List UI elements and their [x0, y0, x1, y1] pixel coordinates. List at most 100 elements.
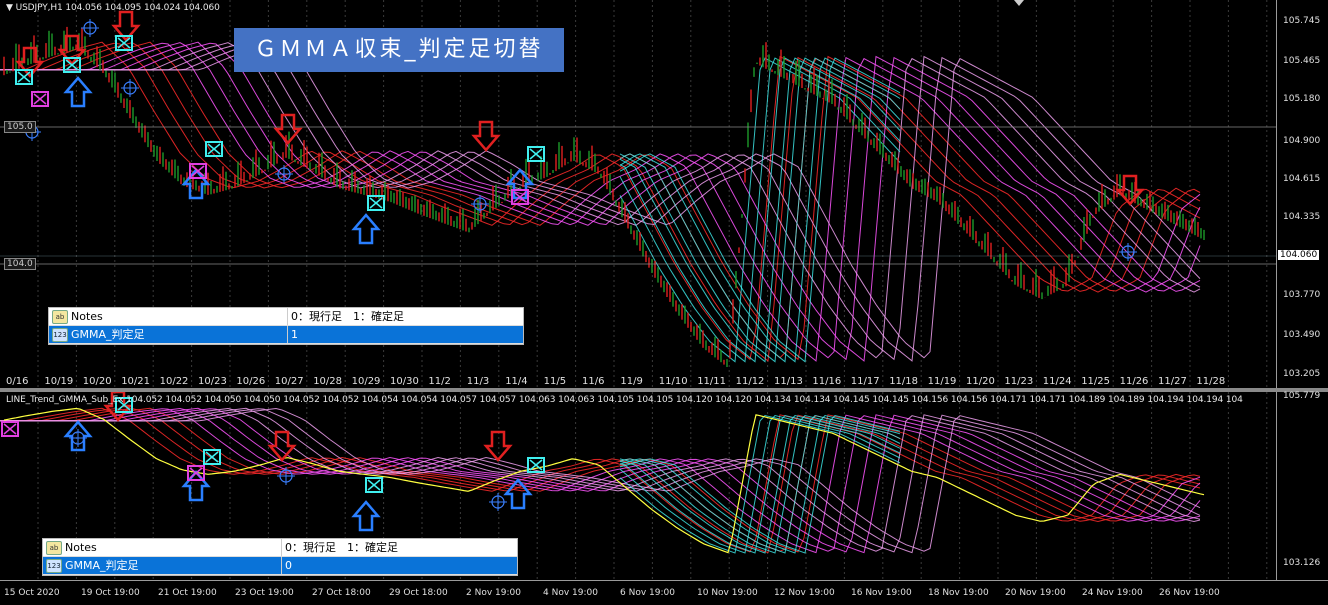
- main-chart-pane[interactable]: ▼ USDJPY,H1 104.056 104.095 104.024 104.…: [0, 0, 1276, 388]
- input-value[interactable]: 0：現行足 1：確定足: [287, 308, 404, 325]
- number-param-icon: 123: [52, 328, 68, 342]
- date-label: 11/10: [658, 376, 688, 387]
- time-label: 12 Nov 19:00: [774, 588, 835, 598]
- level-label-104: 104.0: [4, 258, 36, 270]
- price-tick: 105.745: [1283, 16, 1321, 26]
- date-label: 11/12: [735, 376, 765, 387]
- time-label: 27 Oct 18:00: [312, 588, 371, 598]
- input-name: GMMA_判定足: [65, 559, 139, 572]
- date-label: 10/28: [313, 376, 343, 387]
- sell-arrow-icon: [471, 120, 501, 152]
- close-box-icon: [527, 146, 545, 162]
- date-label: 11/9: [620, 376, 643, 387]
- input-name: Notes: [65, 541, 97, 554]
- date-label: 11/4: [505, 376, 528, 387]
- time-label: 4 Nov 19:00: [543, 588, 598, 598]
- sell-arrow-icon: [483, 430, 513, 462]
- time-label: 20 Nov 19:00: [1005, 588, 1066, 598]
- time-label: 29 Oct 18:00: [389, 588, 448, 598]
- date-label: 10/19: [44, 376, 74, 387]
- price-tick: 103.770: [1283, 290, 1321, 300]
- buy-arrow-icon: [63, 76, 93, 108]
- exit-box-icon: [31, 91, 49, 107]
- main-chart-title: ▼ USDJPY,H1 104.056 104.095 104.024 104.…: [6, 3, 220, 13]
- time-axis[interactable]: 15 Oct 2020 19 Oct 19:00 21 Oct 19:00 23 Oc…: [0, 580, 1328, 605]
- input-row-gmma[interactable]: 123 GMMA_判定足 1: [49, 326, 523, 344]
- input-row-notes[interactable]: ab Notes 0：現行足 1：確定足: [49, 308, 523, 326]
- date-label: 10/21: [121, 376, 151, 387]
- time-label: 2 Nov 19:00: [466, 588, 521, 598]
- date-label: 11/16: [812, 376, 842, 387]
- exit-box-icon: [1, 421, 19, 437]
- sell-arrow-icon: [273, 113, 303, 145]
- text-param-icon: ab: [46, 541, 62, 555]
- input-name: GMMA_判定足: [71, 328, 145, 341]
- price-tick: 103.490: [1283, 330, 1321, 340]
- date-label: 11/18: [889, 376, 919, 387]
- date-label: 10/20: [82, 376, 112, 387]
- gmma-overlay-title: ＧＭＭＡ収束_判定足切替: [234, 28, 564, 72]
- date-label: 11/28: [1196, 376, 1226, 387]
- date-label: 11/25: [1081, 376, 1111, 387]
- input-row-gmma[interactable]: 123 GMMA_判定足 0: [43, 557, 517, 575]
- time-label: 26 Nov 19:00: [1159, 588, 1220, 598]
- date-label: 11/6: [582, 376, 605, 387]
- sell-arrow-icon: [267, 430, 297, 462]
- time-label: 15 Oct 2020: [4, 588, 60, 598]
- date-label: 11/3: [466, 376, 490, 387]
- sub-price-tick: 103.126: [1283, 558, 1321, 568]
- sub-indicator-pane[interactable]: LINE_Trend_GMMA_Sub_Ex 104.052 104.052 1…: [0, 392, 1276, 580]
- date-label: 11/20: [966, 376, 995, 387]
- date-label: 10/22: [159, 376, 189, 387]
- date-label: 10/29: [351, 376, 381, 387]
- sub-inputs-panel[interactable]: ab Notes 0：現行足 1：確定足 123 GMMA_判定足 0: [42, 538, 518, 576]
- input-value[interactable]: 0：現行足 1：確定足: [281, 539, 398, 556]
- buy-arrow-icon: [351, 213, 381, 245]
- current-price-tag: 104.060: [1278, 250, 1320, 260]
- date-label: 11/5: [543, 376, 567, 387]
- date-label: 11/2: [428, 376, 451, 387]
- close-box-icon: [203, 449, 221, 465]
- time-label: 16 Nov 19:00: [851, 588, 912, 598]
- time-label: 6 Nov 19:00: [620, 588, 675, 598]
- number-param-icon: 123: [46, 559, 62, 573]
- date-label: 11/17: [850, 376, 880, 387]
- text-param-icon: ab: [52, 310, 68, 324]
- buy-arrow-icon: [351, 500, 381, 532]
- date-label: 10/26: [236, 376, 266, 387]
- date-label: 11/24: [1042, 376, 1072, 387]
- time-label: 10 Nov 19:00: [697, 588, 758, 598]
- input-name: Notes: [71, 310, 103, 323]
- time-label: 23 Oct 19:00: [235, 588, 294, 598]
- date-label: 10/27: [274, 376, 304, 387]
- input-row-notes[interactable]: ab Notes 0：現行足 1：確定足: [43, 539, 517, 557]
- date-label: 11/27: [1158, 376, 1187, 387]
- price-tick: 103.205: [1283, 369, 1321, 379]
- date-label: 11/11: [697, 376, 727, 387]
- date-label: 11/26: [1119, 376, 1149, 387]
- main-price-axis[interactable]: 105.745 105.465 105.180 104.900 104.615 104.3…: [1276, 0, 1328, 388]
- scroll-marker-icon[interactable]: [1014, 0, 1024, 6]
- date-label: 10/23: [198, 376, 227, 387]
- price-tick: 105.465: [1283, 56, 1321, 66]
- date-label: 10/30: [390, 376, 419, 387]
- time-label: 18 Nov 19:00: [928, 588, 989, 598]
- input-value[interactable]: 1: [287, 326, 298, 343]
- time-label: 21 Oct 19:00: [158, 588, 217, 598]
- sub-indicator-title: LINE_Trend_GMMA_Sub_Ex 104.052 104.052 1…: [6, 395, 1243, 405]
- input-value[interactable]: 0: [281, 557, 292, 574]
- date-label: 11/19: [927, 376, 957, 387]
- sub-price-axis[interactable]: 105.779 103.126: [1276, 391, 1328, 580]
- date-label: 0/16: [6, 376, 29, 387]
- date-label: 11/23: [1004, 376, 1034, 387]
- price-tick: 104.335: [1283, 212, 1321, 222]
- time-label: 19 Oct 19:00: [81, 588, 140, 598]
- date-strip: 0/16 10/19 10/20 10/21 10/22 10/23 10/26 10/27 1…: [0, 376, 1276, 388]
- level-label-105: 105.0: [4, 121, 36, 133]
- date-label: 11/13: [774, 376, 803, 387]
- price-tick: 105.180: [1283, 94, 1321, 104]
- sub-price-tick: 105.779: [1283, 391, 1321, 401]
- time-label: 24 Nov 19:00: [1082, 588, 1143, 598]
- price-tick: 104.615: [1283, 174, 1321, 184]
- main-inputs-panel[interactable]: ab Notes 0：現行足 1：確定足 123 GMMA_判定足 1: [48, 307, 524, 345]
